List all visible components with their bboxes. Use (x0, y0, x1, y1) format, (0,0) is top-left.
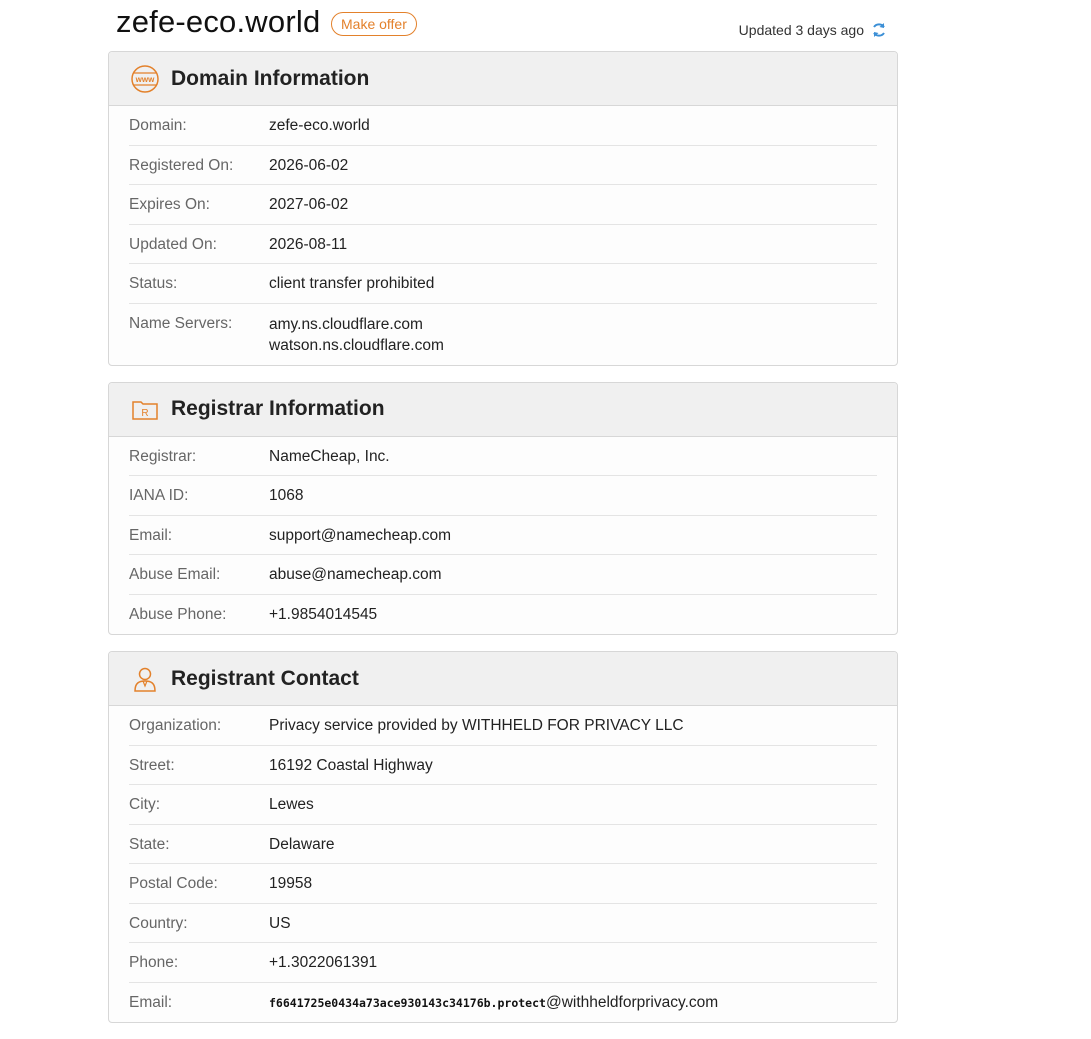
row-street: Street: 16192 Coastal Highway (129, 746, 877, 785)
field-value: 16192 Coastal Highway (269, 756, 433, 774)
row-registered-on: Registered On: 2026-06-02 (129, 146, 877, 185)
field-label: Country: (129, 914, 188, 932)
registrant-contact-card: Registrant Contact Organization: Privacy… (108, 651, 898, 1023)
card-title: Registrant Contact (171, 666, 359, 690)
registrant-contact-header: Registrant Contact (109, 652, 897, 706)
updated-status: Updated 3 days ago (739, 21, 888, 39)
field-label: Expires On: (129, 196, 210, 213)
field-value: 2027-06-02 (269, 196, 349, 213)
row-abuse-email: Abuse Email: abuse@namecheap.com (129, 555, 877, 595)
row-state: State: Delaware (129, 825, 877, 864)
field-label: IANA ID: (129, 487, 189, 504)
field-value: +1.3022061391 (269, 954, 378, 971)
field-label: Street: (129, 756, 175, 774)
row-expires-on: Expires On: 2027-06-02 (129, 185, 877, 225)
field-label: Domain: (129, 117, 187, 134)
page-header: zefe-eco.world Make offer Updated 3 days… (108, 0, 898, 51)
row-country: Country: US (129, 904, 877, 943)
domain-information-card: www Domain Information Domain: zefe-eco.… (108, 51, 898, 366)
row-domain: Domain: zefe-eco.world (129, 106, 877, 146)
field-value: f6641725e0434a73ace930143c34176b.protect… (269, 994, 718, 1023)
field-label: Abuse Email: (129, 566, 221, 583)
field-value: support@namecheap.com (269, 526, 452, 544)
make-offer-button[interactable]: Make offer (331, 12, 417, 36)
name-server-2: watson.ns.cloudflare.com (269, 336, 444, 354)
field-label: Name Servers: (129, 314, 233, 332)
name-server-1: amy.ns.cloudflare.com (269, 315, 423, 333)
field-label: Abuse Phone: (129, 605, 227, 623)
row-registrant-email: Email: f6641725e0434a73ace930143c34176b.… (129, 983, 877, 1023)
registrar-information-header: R Registrar Information (109, 382, 897, 437)
row-postal-code: Postal Code: 19958 (129, 864, 877, 904)
registrar-information-card: R Registrar Information Registrar: NameC… (108, 381, 898, 635)
field-value: client transfer prohibited (269, 275, 435, 292)
svg-text:R: R (141, 408, 148, 419)
row-city: City: Lewes (129, 785, 877, 825)
card-title: Domain Information (171, 66, 370, 90)
field-value: 19958 (269, 875, 313, 892)
svg-text:www: www (135, 75, 155, 84)
field-label: Registered On: (129, 156, 234, 174)
field-label: Status: (129, 275, 178, 292)
field-label: Registrar: (129, 447, 197, 465)
field-value: zefe-eco.world (269, 117, 370, 134)
registrar-folder-icon: R (130, 394, 160, 424)
field-value: abuse@namecheap.com (269, 566, 442, 583)
field-value: 1068 (269, 487, 304, 504)
refresh-icon[interactable] (870, 21, 888, 39)
person-icon (130, 664, 160, 694)
row-status: Status: client transfer prohibited (129, 264, 877, 304)
field-value: 2026-06-02 (269, 156, 349, 174)
field-value: Delaware (269, 835, 335, 853)
field-label: Phone: (129, 954, 179, 971)
field-label: Email: (129, 993, 173, 1011)
row-email: Email: support@namecheap.com (129, 516, 877, 555)
domain-information-header: www Domain Information (109, 52, 897, 106)
field-value: Privacy service provided by WITHHELD FOR… (269, 717, 684, 734)
card-title: Registrar Information (171, 397, 385, 420)
email-user-image-text: f6641725e0434a73ace930143c34176b.protect (269, 995, 546, 1010)
row-iana-id: IANA ID: 1068 (129, 476, 877, 516)
field-label: State: (129, 835, 170, 853)
page-title: zefe-eco.world (116, 4, 321, 39)
field-label: Email: (129, 526, 173, 544)
field-value: 2026-08-11 (269, 235, 348, 253)
www-globe-icon: www (130, 64, 160, 94)
field-value: +1.9854014545 (269, 605, 378, 623)
updated-label: Updated 3 days ago (738, 22, 864, 38)
field-value: NameCheap, Inc. (269, 447, 390, 465)
row-name-servers: Name Servers: amy.ns.cloudflare.com wats… (129, 304, 877, 365)
row-abuse-phone: Abuse Phone: +1.9854014545 (129, 595, 877, 635)
whois-page: zefe-eco.world Make offer Updated 3 days… (108, 0, 898, 1039)
row-updated-on: Updated On: 2026-08-11 (129, 225, 877, 264)
field-label: Postal Code: (129, 875, 218, 892)
row-organization: Organization: Privacy service provided b… (129, 706, 877, 746)
field-label: Organization: (129, 717, 222, 734)
field-label: Updated On: (129, 235, 217, 253)
field-value: Lewes (269, 796, 314, 813)
field-label: City: (129, 796, 160, 813)
field-value: amy.ns.cloudflare.com watson.ns.cloudfla… (269, 315, 444, 365)
row-registrar: Registrar: NameCheap, Inc. (129, 437, 877, 476)
field-value: US (269, 914, 291, 932)
row-phone: Phone: +1.3022061391 (129, 943, 877, 983)
email-domain: @withheldforprivacy.com (545, 993, 719, 1011)
